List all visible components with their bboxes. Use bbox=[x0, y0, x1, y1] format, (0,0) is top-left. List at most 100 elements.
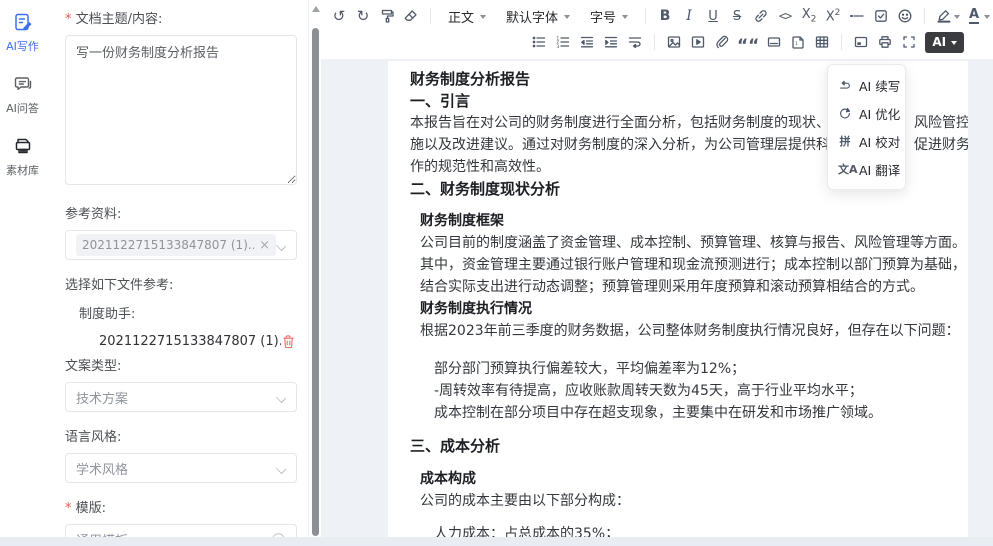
image-icon[interactable] bbox=[662, 30, 686, 54]
fullscreen-icon[interactable] bbox=[897, 30, 921, 54]
caret-down-icon bbox=[951, 41, 957, 45]
font-size-dropdown[interactable]: 字号 bbox=[580, 4, 638, 28]
underline-icon[interactable]: U bbox=[701, 4, 725, 28]
bold-icon[interactable]: B bbox=[653, 4, 677, 28]
paragraph-style-dropdown[interactable]: 正文 bbox=[438, 4, 496, 28]
document-line: 部分部门预算执行偏差较大，平均偏差率为12%； bbox=[434, 358, 946, 380]
continue-writing-icon bbox=[838, 78, 852, 92]
document-line: 结合实际支出进行动态调整；预算管理则采用年度预算和滚动预算相结合的方式。 bbox=[420, 276, 946, 298]
doc-type-label: 文案类型: bbox=[65, 355, 298, 374]
document-line: 财务制度执行情况 bbox=[420, 298, 946, 320]
document-line: 三、成本分析 bbox=[410, 435, 946, 457]
assistant-file-row: 2021122715133847807 (1).... bbox=[99, 334, 298, 349]
style-select[interactable]: 学术风格 bbox=[65, 453, 297, 483]
sidebar-item-ai-write[interactable]: AI写作 bbox=[6, 12, 39, 54]
ai-menu-button-label: AI bbox=[932, 35, 946, 49]
toolbar-divider bbox=[924, 8, 925, 24]
font-color-icon[interactable]: A bbox=[962, 4, 986, 28]
ai-menu-item-1[interactable]: AI 续写 bbox=[828, 71, 905, 99]
divider-block-icon[interactable] bbox=[762, 30, 786, 54]
superscript-icon[interactable]: X2 bbox=[821, 4, 845, 28]
ordered-list-icon[interactable]: 123 bbox=[551, 30, 575, 54]
strikethrough-icon[interactable]: S bbox=[725, 4, 749, 28]
highlight-pen-icon[interactable] bbox=[932, 4, 956, 28]
paragraph-style-label: 正文 bbox=[448, 7, 474, 26]
document-line: 其中，资金管理主要通过银行账户管理和现金流预测进行；成本控制以部门预算为基础， bbox=[420, 254, 946, 276]
assistant-label: 制度助手: bbox=[79, 303, 298, 322]
italic-icon[interactable]: I bbox=[677, 4, 701, 28]
assistant-file-name: 2021122715133847807 (1).... bbox=[99, 334, 281, 349]
undo-icon[interactable]: ↺ bbox=[327, 4, 351, 28]
optimize-icon bbox=[838, 106, 852, 120]
eraser-icon[interactable] bbox=[399, 4, 423, 28]
indent-icon[interactable] bbox=[599, 30, 623, 54]
doc-type-select[interactable]: 技术方案 bbox=[65, 382, 297, 412]
ai-menu-button[interactable]: AI bbox=[925, 32, 964, 53]
sidebar-item-label: 素材库 bbox=[6, 162, 39, 178]
ai-menu-item-2[interactable]: AI 优化 bbox=[828, 99, 905, 127]
toolbar-divider bbox=[654, 34, 655, 50]
document-line: 根据2023年前三季度的财务数据，公司整体财务制度执行情况良好，但存在以下问题： bbox=[420, 320, 946, 342]
sidebar-item-label: AI问答 bbox=[6, 100, 39, 116]
code-icon[interactable]: <> bbox=[773, 4, 797, 28]
format-painter-icon[interactable] bbox=[375, 4, 399, 28]
caret-down-icon bbox=[480, 15, 486, 19]
toolbar-row-1: ↺↻正文默认字体字号BIUS<>X2X2A bbox=[327, 3, 987, 29]
left-nav-rail: AI写作 AI问答素材库 bbox=[0, 0, 45, 546]
document-line: 公司的成本主要由以下部分构成： bbox=[420, 490, 946, 512]
font-family-dropdown[interactable]: 默认字体 bbox=[496, 4, 580, 28]
ai-menu-item-4[interactable]: 文AAI 翻译 bbox=[828, 155, 905, 183]
toolbar-row-2: 123 ““ 1 AI bbox=[527, 29, 987, 55]
font-size-label: 字号 bbox=[590, 7, 616, 26]
video-icon[interactable] bbox=[686, 30, 710, 54]
emoji-icon[interactable] bbox=[893, 4, 917, 28]
print-icon[interactable] bbox=[873, 30, 897, 54]
chevron-down-icon bbox=[277, 393, 286, 402]
table-icon[interactable] bbox=[810, 30, 834, 54]
sidebar-item-material-lib[interactable]: 素材库 bbox=[6, 136, 39, 178]
unordered-list-icon[interactable] bbox=[527, 30, 551, 54]
document-line: -周转效率有待提高，应收账款周转天数为45天，高于行业平均水平； bbox=[434, 380, 946, 402]
library-icon bbox=[13, 136, 33, 160]
outdent-icon[interactable] bbox=[575, 30, 599, 54]
remove-tag-icon[interactable]: × bbox=[259, 239, 270, 252]
font-family-label: 默认字体 bbox=[506, 7, 558, 26]
embed-icon[interactable] bbox=[849, 30, 873, 54]
style-value: 学术风格 bbox=[76, 459, 277, 478]
svg-text:3: 3 bbox=[556, 44, 559, 50]
ai-write-form-panel: 文档主题/内容: 写一份财务制度分析报告 参考资料: 2021122715133… bbox=[45, 0, 308, 546]
attachment-icon[interactable] bbox=[710, 30, 734, 54]
caret-down-icon[interactable] bbox=[954, 15, 960, 19]
trash-icon[interactable] bbox=[281, 334, 296, 349]
redo-icon[interactable]: ↻ bbox=[351, 4, 375, 28]
style-label: 语言风格: bbox=[65, 426, 298, 445]
blockquote-icon[interactable]: ““ bbox=[734, 30, 762, 54]
toolbar-divider bbox=[645, 8, 646, 24]
reference-select[interactable]: 2021122715133847807 (1).... × bbox=[65, 230, 297, 260]
topic-label: 文档主题/内容: bbox=[65, 8, 298, 27]
doc-type-value: 技术方案 bbox=[76, 388, 277, 407]
task-checkbox-icon[interactable] bbox=[869, 4, 893, 28]
panel-scrollbar bbox=[308, 0, 321, 546]
sidebar-item-ai-qa[interactable]: AI问答 bbox=[6, 74, 39, 116]
scroll-up-arrow-icon[interactable] bbox=[312, 6, 320, 12]
chevron-down-icon bbox=[277, 241, 286, 250]
page-break-icon[interactable]: 1 bbox=[786, 30, 810, 54]
document-line: 公司目前的制度涵盖了资金管理、成本控制、预算管理、核算与报告、风险管理等方面。 bbox=[420, 232, 946, 254]
subscript-icon[interactable]: X2 bbox=[797, 4, 821, 28]
topic-input[interactable]: 写一份财务制度分析报告 bbox=[65, 35, 297, 185]
document-line: 财务制度框架 bbox=[420, 210, 946, 232]
caret-down-icon[interactable] bbox=[984, 15, 990, 19]
caret-down-icon bbox=[564, 15, 570, 19]
template-label: 模版: bbox=[65, 497, 298, 516]
ai-menu-item-3[interactable]: 拼AI 校对 bbox=[828, 127, 905, 155]
link-icon[interactable] bbox=[749, 4, 773, 28]
svg-text:1: 1 bbox=[795, 41, 798, 47]
text-wrap-icon[interactable] bbox=[623, 30, 647, 54]
caret-down-icon bbox=[622, 15, 628, 19]
toolbar-divider bbox=[841, 34, 842, 50]
scrollbar-thumb[interactable] bbox=[312, 28, 319, 536]
chat-icon bbox=[13, 74, 33, 98]
ai-menu-item-label: AI 续写 bbox=[859, 76, 900, 95]
horizontal-rule-icon[interactable] bbox=[845, 4, 869, 28]
